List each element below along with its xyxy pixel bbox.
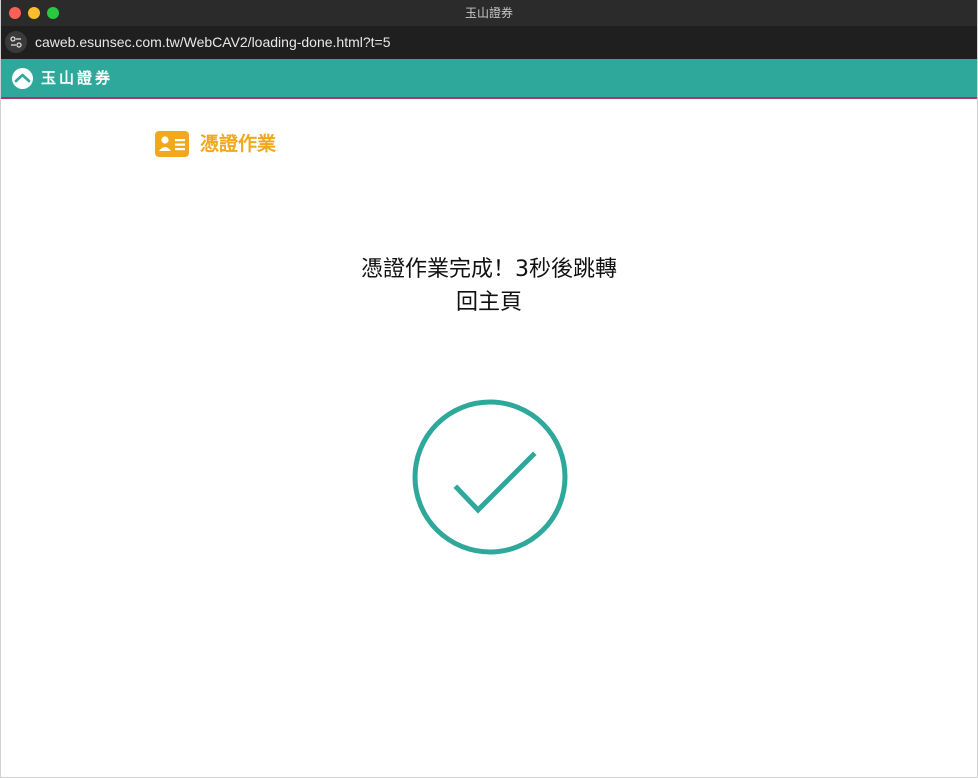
url-field[interactable]: caweb.esunsec.com.tw/WebCAV2/loading-don… [35, 26, 391, 59]
completion-message-line-2: 回主頁 [455, 290, 522, 315]
section-title: 憑證作業 [200, 133, 277, 155]
brand-name[interactable]: 玉山證券 [41, 59, 113, 97]
site-info-button[interactable] [5, 31, 27, 53]
site-header: 玉山證券 [1, 59, 977, 99]
check-circle-icon [412, 399, 568, 555]
esun-logo-icon[interactable] [12, 68, 33, 89]
completion-message: 憑證作業完成！3秒後跳轉 回主頁 [1, 253, 977, 319]
id-card-icon [155, 131, 189, 157]
address-bar: caweb.esunsec.com.tw/WebCAV2/loading-don… [1, 26, 977, 59]
window-titlebar: 玉山證券 [1, 0, 977, 27]
window-title: 玉山證券 [464, 6, 513, 20]
completion-message-line-1: 憑證作業完成！3秒後跳轉 [361, 257, 617, 282]
browser-window: 玉山證券 caweb.esunsec.com.tw/WebCAV2/loadin… [0, 0, 978, 778]
tune-icon [10, 36, 22, 48]
